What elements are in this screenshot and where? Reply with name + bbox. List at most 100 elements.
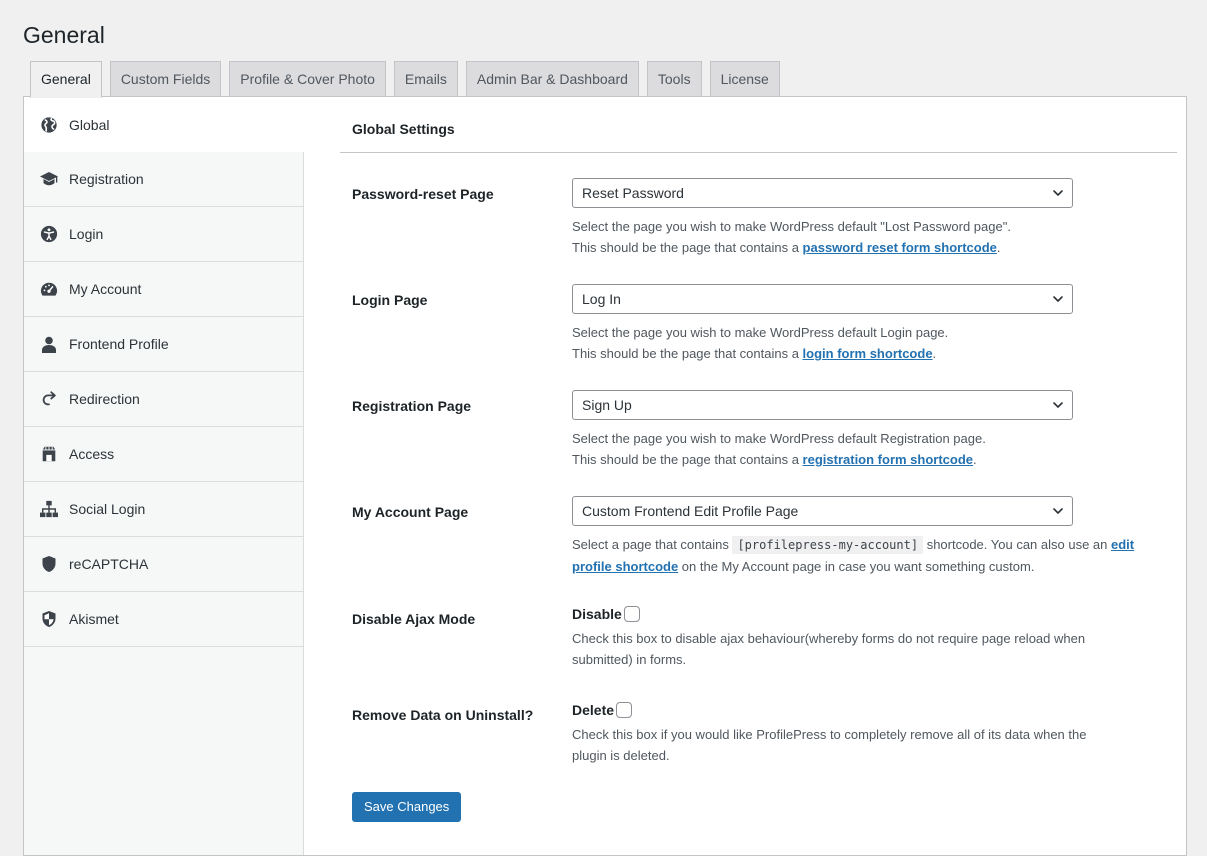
description-text: Select a page that contains <box>572 537 733 552</box>
description-line: This should be the page that contains a … <box>572 237 1172 258</box>
my-account-page-select[interactable]: Custom Frontend Edit Profile Page <box>572 496 1073 526</box>
disable-ajax-description: Check this box to disable ajax behaviour… <box>572 628 1172 670</box>
password-reset-shortcode-link[interactable]: password reset form shortcode <box>803 240 997 255</box>
login-page-label: Login Page <box>352 292 428 308</box>
sidebar-item-label: My Account <box>69 281 142 297</box>
sidebar-item-registration[interactable]: Registration <box>24 152 303 207</box>
shield-icon <box>39 554 59 574</box>
chevron-down-icon <box>1053 296 1063 302</box>
sidebar-item-akismet[interactable]: Akismet <box>24 592 303 647</box>
description-text: shortcode. You can also use an <box>923 537 1111 552</box>
sidebar-item-global[interactable]: Global <box>24 97 304 152</box>
description-text: . <box>996 240 1001 255</box>
disable-ajax-field: Disable Check this box to disable ajax b… <box>572 604 1172 670</box>
chevron-down-icon <box>1053 190 1063 196</box>
registration-page-description: Select the page you wish to make WordPre… <box>572 428 1172 470</box>
tab-bar: General Custom Fields Profile & Cover Ph… <box>30 61 788 98</box>
remove-data-field: Delete Check this box if you would like … <box>572 700 1172 766</box>
sidebar-item-frontend-profile[interactable]: Frontend Profile <box>24 317 303 372</box>
tab-custom-fields[interactable]: Custom Fields <box>109 61 222 97</box>
sidebar-item-label: Global <box>69 116 110 133</box>
description-line: Select the page you wish to make WordPre… <box>572 325 949 340</box>
sidebar-item-login[interactable]: Login <box>24 207 303 262</box>
remove-data-label: Remove Data on Uninstall? <box>352 707 534 723</box>
edit-profile-shortcode-link[interactable]: profile shortcode <box>572 559 678 574</box>
description-text: This should be the page that contains a <box>572 452 803 467</box>
login-shortcode-link[interactable]: login form shortcode <box>803 346 933 361</box>
remove-data-description: Check this box if you would like Profile… <box>572 724 1172 766</box>
sidebar-item-label: reCAPTCHA <box>69 556 149 572</box>
settings-content: Global Settings Password-reset Page Rese… <box>340 97 1177 822</box>
save-changes-button[interactable]: Save Changes <box>352 792 462 822</box>
login-page-description: Select the page you wish to make WordPre… <box>572 322 1172 364</box>
sidebar-item-label: Access <box>69 446 115 462</box>
my-account-page-field: Custom Frontend Edit Profile Page Select… <box>572 496 1172 577</box>
tab-tools[interactable]: Tools <box>646 61 702 97</box>
my-account-shortcode-code: [profilepress-my-account] <box>732 536 924 554</box>
my-account-page-selected-value: Custom Frontend Edit Profile Page <box>582 503 799 519</box>
disable-ajax-checkbox-label: Disable <box>572 606 622 622</box>
shield-alt-icon <box>39 609 59 629</box>
settings-sidebar: Global Registration Login My Account Fro… <box>24 97 304 855</box>
password-reset-field: Reset Password Select the page you wish … <box>572 178 1172 258</box>
description-text: This should be the page that contains a <box>572 346 803 361</box>
login-page-select[interactable]: Log In <box>572 284 1073 314</box>
remove-data-checkbox-label: Delete <box>572 702 615 718</box>
network-icon <box>39 499 59 519</box>
sidebar-item-my-account[interactable]: My Account <box>24 262 303 317</box>
edit-profile-shortcode-link[interactable]: edit <box>1111 537 1134 552</box>
description-line: This should be the page that contains a … <box>572 343 1172 364</box>
redo-arrow-icon <box>39 389 59 409</box>
password-reset-select[interactable]: Reset Password <box>572 178 1073 208</box>
password-reset-selected-value: Reset Password <box>582 185 684 201</box>
my-account-page-label: My Account Page <box>352 504 469 520</box>
login-page-field: Log In Select the page you wish to make … <box>572 284 1172 364</box>
tab-emails[interactable]: Emails <box>393 61 458 97</box>
remove-data-checkbox[interactable] <box>616 702 633 718</box>
registration-shortcode-link[interactable]: registration form shortcode <box>803 452 973 467</box>
password-reset-label: Password-reset Page <box>352 186 494 202</box>
dashboard-gauge-icon <box>39 279 59 299</box>
description-line: plugin is deleted. <box>572 748 670 763</box>
description-text: . <box>932 346 937 361</box>
sidebar-item-label: Registration <box>69 171 144 187</box>
graduation-cap-icon <box>39 169 59 189</box>
user-icon <box>39 334 59 354</box>
description-text: This should be the page that contains a <box>572 240 803 255</box>
sidebar-item-label: Frontend Profile <box>69 336 169 352</box>
sidebar-item-label: Redirection <box>69 391 140 407</box>
description-line: Select the page you wish to make WordPre… <box>572 431 986 446</box>
registration-page-label: Registration Page <box>352 398 472 414</box>
password-reset-description: Select the page you wish to make WordPre… <box>572 216 1172 258</box>
sidebar-item-recaptcha[interactable]: reCAPTCHA <box>24 537 303 592</box>
disable-ajax-checkbox[interactable] <box>623 606 640 622</box>
sidebar-item-social-login[interactable]: Social Login <box>24 482 303 537</box>
description-line: This should be the page that contains a … <box>572 449 1172 470</box>
my-account-page-description: Select a page that contains [profilepres… <box>572 534 1162 577</box>
store-icon <box>39 444 59 464</box>
description-line: Check this box if you would like Profile… <box>572 727 1087 742</box>
description-line: Select the page you wish to make WordPre… <box>572 219 1011 234</box>
description-line: submitted) in forms. <box>572 652 687 667</box>
globe-icon <box>39 115 59 135</box>
disable-ajax-checkbox-line: Disable <box>572 604 1172 624</box>
login-page-selected-value: Log In <box>582 291 621 307</box>
registration-page-select[interactable]: Sign Up <box>572 390 1073 420</box>
registration-page-selected-value: Sign Up <box>582 397 632 413</box>
universal-access-icon <box>39 224 59 244</box>
disable-ajax-label: Disable Ajax Mode <box>352 611 476 627</box>
chevron-down-icon <box>1053 508 1063 514</box>
sidebar-item-access[interactable]: Access <box>24 427 303 482</box>
registration-page-field: Sign Up Select the page you wish to make… <box>572 390 1172 470</box>
sidebar-item-redirection[interactable]: Redirection <box>24 372 303 427</box>
description-text: on the My Account page in case you want … <box>678 559 1035 574</box>
description-text: . <box>973 452 977 467</box>
tab-admin-bar-dashboard[interactable]: Admin Bar & Dashboard <box>465 61 639 97</box>
page-title: General <box>23 22 105 48</box>
tab-license[interactable]: License <box>709 61 780 97</box>
description-line: Check this box to disable ajax behaviour… <box>572 631 1086 646</box>
sidebar-item-label: Login <box>69 226 104 242</box>
sidebar-item-label: Social Login <box>69 501 146 517</box>
tab-profile-cover-photo[interactable]: Profile & Cover Photo <box>229 61 386 97</box>
tab-general[interactable]: General <box>30 61 102 98</box>
